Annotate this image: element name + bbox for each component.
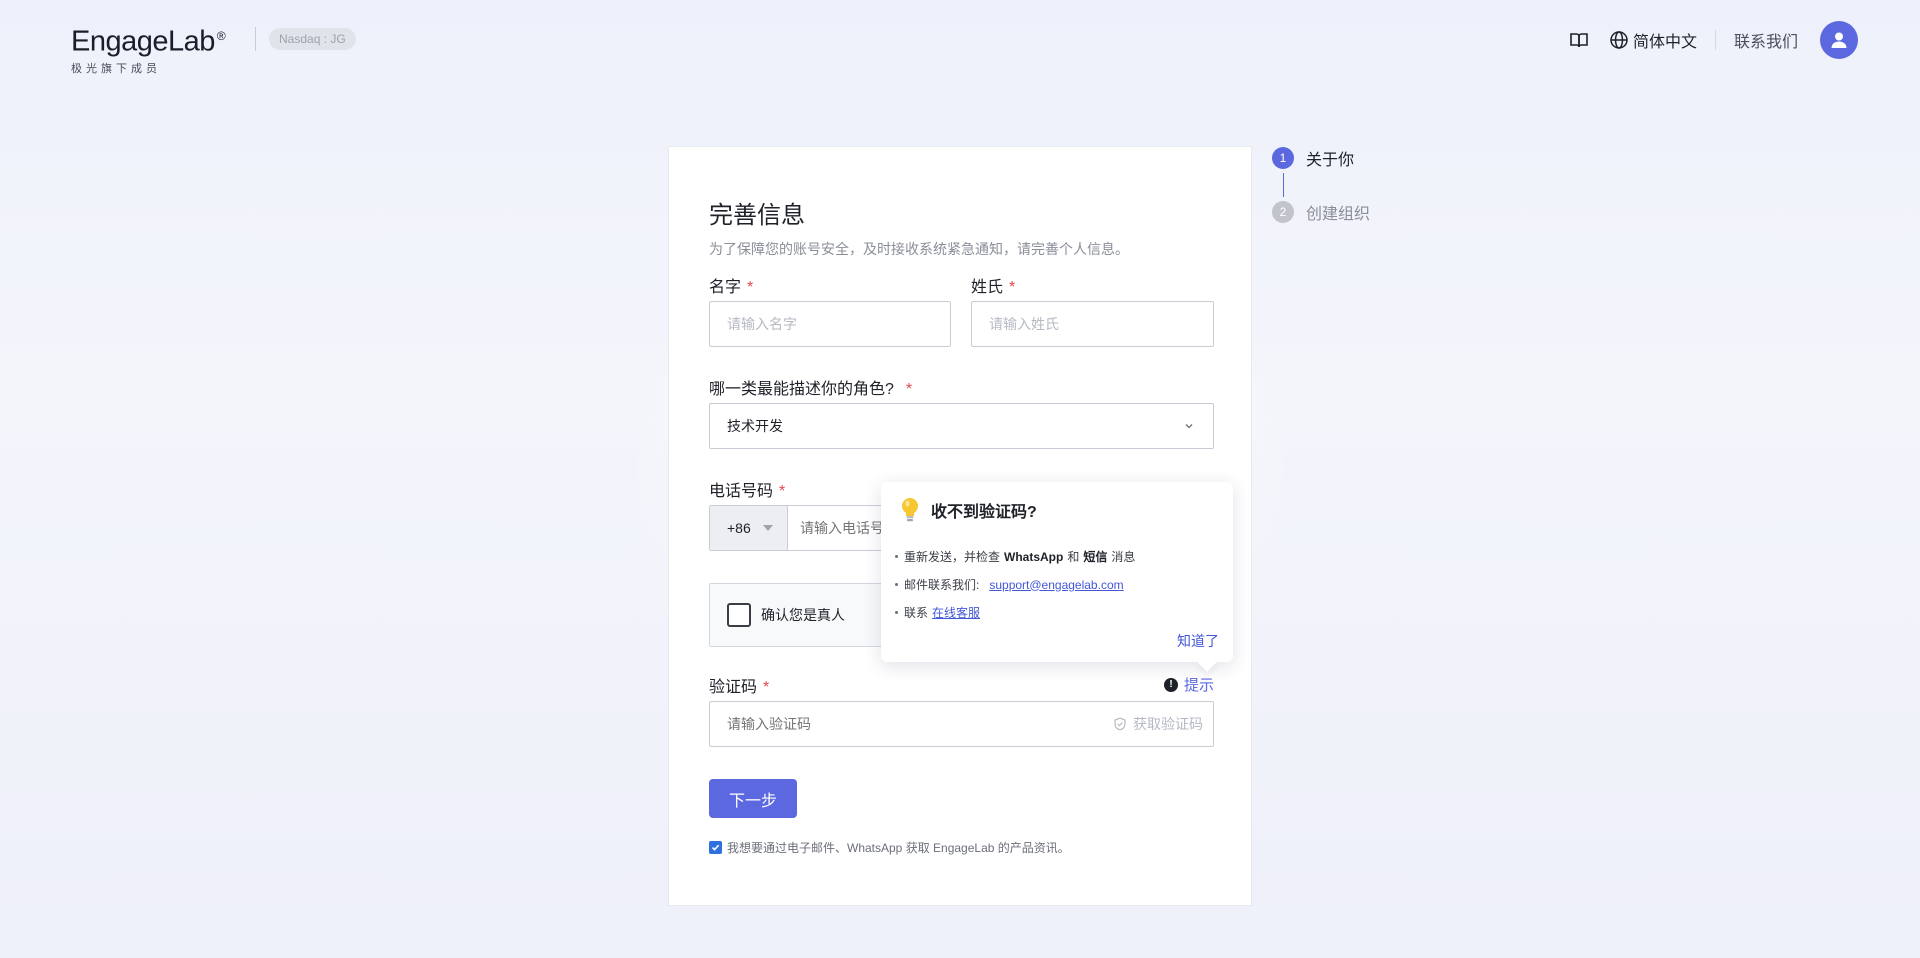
popover-item-resend: 重新发送，并检查 WhatsApp 和 短信 消息	[895, 548, 1135, 565]
consent-row: 我想要通过电子邮件、WhatsApp 获取 EngageLab 的产品资讯。	[709, 839, 1070, 856]
shield-check-icon	[1114, 717, 1126, 731]
step-label: 创建组织	[1306, 206, 1371, 223]
hint-label: 提示	[1184, 677, 1215, 694]
captcha-checkbox[interactable]	[727, 603, 751, 627]
popover-ok-button[interactable]: 知道了	[1177, 631, 1219, 651]
caret-down-icon	[762, 525, 773, 531]
first-name-input[interactable]	[709, 301, 951, 347]
popover-title: 收不到验证码?	[899, 496, 1037, 524]
online-service-link[interactable]: 在线客服	[932, 604, 980, 621]
check-icon	[711, 844, 720, 851]
logo[interactable]: EngageLab ® 极光旗下成员	[71, 20, 226, 76]
bullet	[895, 583, 898, 586]
header-divider	[1714, 30, 1716, 50]
step-label: 关于你	[1306, 152, 1355, 169]
lightbulb-icon	[902, 498, 918, 522]
role-select[interactable]: 技术开发	[709, 403, 1214, 449]
logo-divider	[255, 27, 256, 51]
book-icon[interactable]	[1569, 30, 1589, 50]
page-title: 完善信息	[709, 202, 805, 229]
role-selected-value: 技术开发	[727, 418, 783, 434]
globe-icon	[1610, 31, 1628, 49]
header-right: 简体中文 联系我们	[1569, 20, 1858, 60]
user-icon	[1831, 32, 1847, 48]
bullet	[895, 555, 898, 558]
popover-item-service: 联系 在线客服	[895, 604, 980, 621]
get-code-label: 获取验证码	[1133, 716, 1203, 732]
info-icon: !	[1164, 677, 1178, 692]
code-help-popover: 收不到验证码? 重新发送，并检查 WhatsApp 和 短信 消息 邮件联系我们…	[881, 482, 1233, 662]
step-create-org: 2 创建组织	[1272, 200, 1370, 224]
last-name-label: 姓氏 *	[971, 279, 1016, 296]
language-label: 简体中文	[1632, 34, 1697, 51]
next-button[interactable]: 下一步	[709, 779, 797, 818]
step-number: 1	[1272, 147, 1294, 169]
bullet	[895, 611, 898, 614]
role-label: 哪一类最能描述你的角色? *	[709, 381, 913, 398]
popover-item-email: 邮件联系我们: support@engagelab.com	[895, 576, 1124, 593]
logo-wordmark: EngageLab ®	[71, 25, 226, 58]
phone-label: 电话号码 *	[709, 483, 786, 500]
first-name-label: 名字 *	[709, 279, 754, 296]
stepper: 1 关于你 2 创建组织	[1272, 146, 1370, 224]
contact-us-link[interactable]: 联系我们	[1734, 28, 1798, 52]
consent-text: 我想要通过电子邮件、WhatsApp 获取 EngageLab 的产品资讯。	[727, 841, 1070, 855]
captcha-label: 确认您是真人	[761, 607, 845, 623]
code-input[interactable]	[710, 702, 1090, 746]
support-email-link[interactable]: support@engagelab.com	[989, 578, 1123, 592]
chevron-down-icon	[1185, 424, 1193, 429]
get-code-button[interactable]: 获取验证码	[1113, 702, 1203, 746]
code-label: 验证码 *	[709, 679, 770, 696]
hint-link[interactable]: ! 提示	[1164, 674, 1214, 695]
country-code-select[interactable]: +86	[710, 506, 788, 550]
country-code-value: +86	[727, 520, 751, 536]
language-switcher[interactable]: 简体中文	[1609, 28, 1697, 52]
step-connector	[1283, 173, 1284, 197]
logo-subtitle: 极光旗下成员	[71, 62, 161, 75]
step-number: 2	[1272, 201, 1294, 223]
code-field: 获取验证码	[709, 701, 1214, 747]
step-about-you: 1 关于你	[1272, 146, 1370, 170]
avatar[interactable]	[1820, 21, 1858, 59]
last-name-input[interactable]	[971, 301, 1214, 347]
page-subtitle: 为了保障您的账号安全，及时接收系统紧急通知，请完善个人信息。	[709, 241, 1129, 257]
nasdaq-badge: Nasdaq : JG	[269, 28, 356, 50]
consent-checkbox[interactable]	[709, 841, 722, 854]
